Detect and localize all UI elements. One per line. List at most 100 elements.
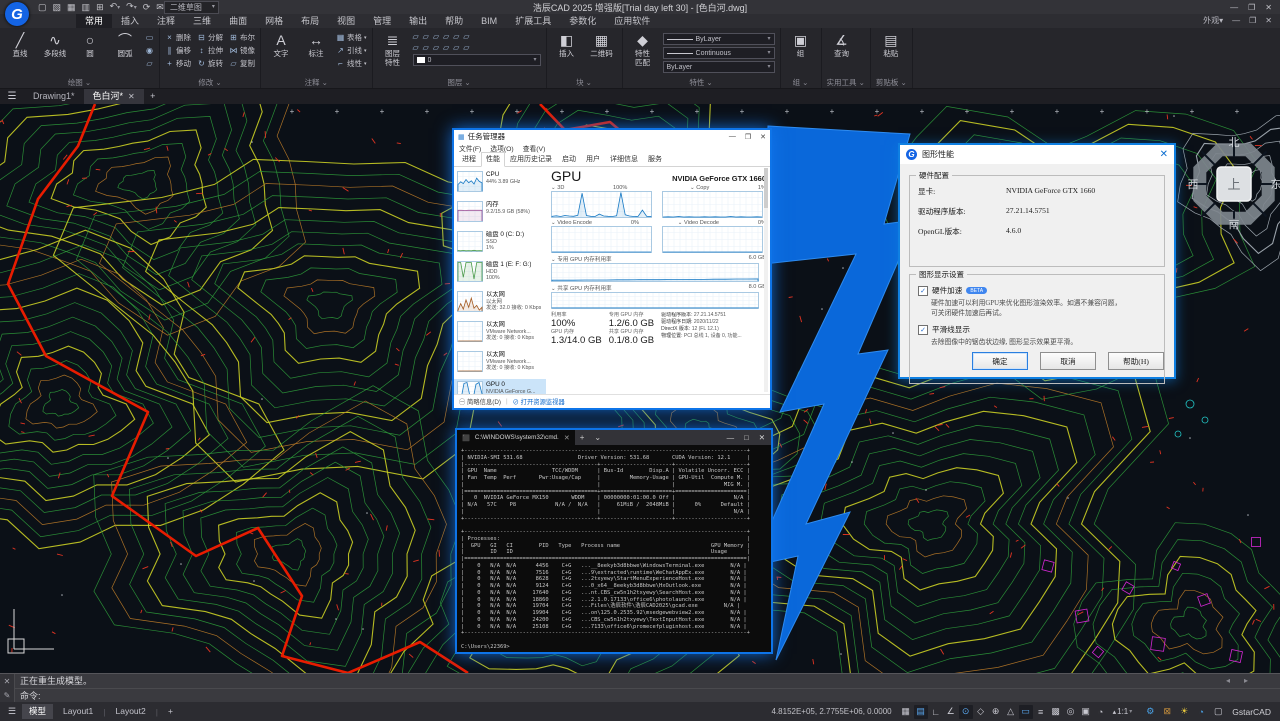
tm-tab-用户[interactable]: 用户: [581, 152, 605, 167]
annotation-scale-control[interactable]: ▴1:1▾: [1111, 707, 1135, 716]
mirror-tool[interactable]: ⋈镜像: [229, 45, 255, 56]
layer-state-icon-b1[interactable]: ▱: [423, 43, 429, 52]
doc-restore-icon[interactable]: ❐: [1249, 14, 1256, 28]
terminal-output[interactable]: +---------------------------------------…: [457, 445, 771, 652]
fewer-details-toggle[interactable]: ㊀ 简略信息(D): [459, 397, 501, 406]
save-as-icon[interactable]: ▥: [82, 1, 91, 13]
doc-minimize-icon[interactable]: —: [1232, 14, 1240, 28]
menu-tab-插入[interactable]: 插入: [112, 14, 148, 28]
perf-card-以太网-6[interactable]: 以太网VMware Network...发送: 0 接收: 0 Kbps: [454, 349, 546, 379]
document-tab-close-icon[interactable]: ✕: [128, 89, 135, 104]
tm-tab-详细信息[interactable]: 详细信息: [605, 152, 643, 167]
property-combo-1[interactable]: Continuous▾: [663, 47, 775, 59]
workspace-gear-icon[interactable]: ⚙: [1143, 705, 1157, 719]
menu-tab-参数化[interactable]: 参数化: [560, 14, 605, 28]
layer-state-icon-1[interactable]: ▱: [423, 32, 429, 41]
snap-mode-icon[interactable]: ▤: [914, 705, 928, 719]
perf-card-磁盘 0 (C: D:)-2[interactable]: 磁盘 0 (C: D:)SSD1%: [454, 229, 546, 259]
close-command-icon[interactable]: ✕: [4, 677, 11, 686]
layer-state-icon-3[interactable]: ▱: [443, 32, 449, 41]
menu-tab-扩展工具[interactable]: 扩展工具: [506, 14, 560, 28]
task-manager-title-bar[interactable]: ▦ 任务管理器 — ❐ ✕: [454, 130, 770, 143]
menu-tab-布局[interactable]: 布局: [292, 14, 328, 28]
terminal-tab-dropdown-icon[interactable]: ⌄: [589, 433, 606, 442]
text-tool[interactable]: A文字: [266, 30, 296, 59]
ok-button[interactable]: 确定: [972, 352, 1028, 370]
new-file-icon[interactable]: ▢: [38, 1, 47, 13]
minimize-icon[interactable]: —: [1230, 3, 1238, 12]
document-tab-色白河*[interactable]: 色白河*✕: [84, 89, 144, 104]
terminal-new-tab-button[interactable]: +: [575, 433, 590, 442]
terminal-minimize-icon[interactable]: —: [727, 433, 735, 442]
dynamic-ucs-icon[interactable]: △: [1004, 705, 1018, 719]
dialog-close-icon[interactable]: ✕: [1160, 149, 1168, 160]
menu-tab-输出[interactable]: 输出: [400, 14, 436, 28]
perf-card-磁盘 1 (E: F: G:)-3[interactable]: 磁盘 1 (E: F: G:)HDD100%: [454, 259, 546, 289]
match-properties-tool[interactable]: ◆特性 匹配: [628, 30, 658, 67]
explode-tool[interactable]: ⊟分解: [197, 32, 223, 43]
erase-tool[interactable]: ×删除: [165, 32, 191, 43]
object-snap-tracking-icon[interactable]: ⊕: [989, 705, 1003, 719]
app-logo-icon[interactable]: G: [5, 2, 29, 26]
line-tool[interactable]: ╱直线: [5, 30, 35, 59]
tm-tab-应用历史记录[interactable]: 应用历史记录: [505, 152, 557, 167]
table-tool[interactable]: ▦表格▾: [336, 32, 367, 43]
tm-tab-启动[interactable]: 启动: [557, 152, 581, 167]
tm-minimize-icon[interactable]: —: [729, 133, 736, 141]
perf-card-以太网-5[interactable]: 以太网VMware Network...发送: 0 接收: 0 Kbps: [454, 319, 546, 349]
layer-properties-tool[interactable]: ≣图层 特性: [378, 30, 408, 67]
add-layout-button[interactable]: +: [161, 704, 180, 719]
leader-tool[interactable]: ↗引线▾: [336, 45, 367, 56]
layer-state-icon-b0[interactable]: ▱: [413, 43, 419, 52]
rotate-tool[interactable]: ↻旋转: [197, 58, 223, 69]
polar-tracking-icon[interactable]: ∠: [944, 705, 958, 719]
redo-icon[interactable]: ↷▾: [126, 0, 137, 14]
property-combo-0[interactable]: ByLayer▾: [663, 33, 775, 45]
autoscale-icon[interactable]: ◔: [1094, 705, 1108, 719]
menu-tab-网格[interactable]: 网格: [256, 14, 292, 28]
workspace-select[interactable]: 二维草图: [164, 1, 219, 14]
circle-tool[interactable]: ○圆: [75, 30, 105, 59]
task-manager-window[interactable]: ▦ 任务管理器 — ❐ ✕ 文件(F)选项(O)查看(V) 进程性能应用历史记录…: [452, 128, 772, 410]
layer-state-icon-b3[interactable]: ▱: [443, 43, 449, 52]
doc-close-icon[interactable]: ✕: [1265, 14, 1272, 28]
terminal-title-bar[interactable]: ⬛ C:\WINDOWS\system32\cmd. ✕ + ⌄ — □ ✕: [457, 430, 771, 445]
terminal-tab-close-icon[interactable]: ✕: [564, 434, 570, 442]
cloud-sync-icon[interactable]: ⟳: [143, 1, 151, 13]
layer-state-icon-4[interactable]: ▱: [453, 32, 459, 41]
copy-tool[interactable]: ▱复制: [229, 58, 255, 69]
print-icon[interactable]: ⊞: [96, 1, 104, 13]
new-document-tab-button[interactable]: +: [144, 89, 162, 104]
view-cube[interactable]: 上北南西东: [1186, 130, 1280, 230]
boolean-tool[interactable]: ⊞布尔: [229, 32, 255, 43]
document-tab-Drawing1*[interactable]: Drawing1*: [24, 89, 84, 104]
appearance-menu[interactable]: 外观▾: [1203, 14, 1223, 28]
paste-tool[interactable]: ▤粘贴: [876, 30, 906, 59]
menu-tab-BIM[interactable]: BIM: [472, 14, 506, 28]
measure-tool[interactable]: ∡查询: [827, 30, 857, 59]
arc-tool[interactable]: ⌒圆弧: [110, 30, 140, 59]
object-snap-icon[interactable]: ⊙: [959, 705, 973, 719]
dialog-title-bar[interactable]: G 图形性能 ✕: [900, 145, 1174, 164]
perf-card-CPU-0[interactable]: CPU44% 3.89 GHz: [454, 169, 546, 199]
ortho-mode-icon[interactable]: ∟: [929, 705, 943, 719]
menu-tab-曲面[interactable]: 曲面: [220, 14, 256, 28]
layout2-tab[interactable]: Layout2: [108, 704, 152, 719]
hardware-accel-gauge-icon[interactable]: ◔: [1194, 705, 1208, 719]
cancel-button[interactable]: 取消: [1040, 352, 1096, 370]
terminal-restore-icon[interactable]: □: [744, 433, 749, 442]
dimension-tool[interactable]: ↔标注: [301, 30, 331, 59]
layout1-tab[interactable]: Layout1: [56, 704, 100, 719]
command-input[interactable]: 命令:: [15, 689, 1280, 703]
terminal-window[interactable]: ⬛ C:\WINDOWS\system32\cmd. ✕ + ⌄ — □ ✕ +…: [455, 428, 773, 654]
status-menu-icon[interactable]: ☰: [5, 705, 19, 719]
ui-lock-icon[interactable]: ⊠: [1160, 705, 1174, 719]
layer-state-icon-b5[interactable]: ▱: [463, 43, 469, 52]
annotation-visibility-icon[interactable]: ▣: [1079, 705, 1093, 719]
terminal-tab[interactable]: ⬛ C:\WINDOWS\system32\cmd. ✕: [457, 430, 575, 445]
property-combo-2[interactable]: ByLayer▾: [663, 61, 775, 73]
chat-icon[interactable]: ✉: [156, 1, 164, 13]
undo-icon[interactable]: ↶▾: [110, 0, 121, 14]
graphics-performance-dialog[interactable]: G 图形性能 ✕ 硬件配置 显卡:NVIDIA GeForce GTX 1660…: [898, 143, 1176, 379]
open-resource-monitor-link[interactable]: ⊘ 打开资源监视器: [513, 397, 565, 406]
